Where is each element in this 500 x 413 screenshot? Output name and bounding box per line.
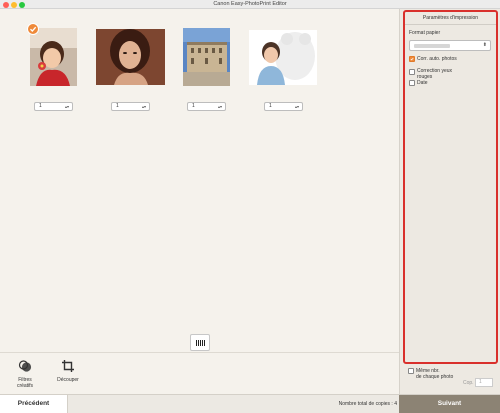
stepper-icon: ▴▾ (141, 104, 146, 109)
window-title: Canon Easy-PhotoPrint Editor (213, 1, 287, 7)
previous-button[interactable]: Précédent (0, 395, 68, 413)
same-copies-checkbox[interactable] (408, 368, 414, 374)
stepper-icon: ▴▾ (294, 104, 299, 109)
selected-check-icon (27, 23, 39, 35)
copies-options: Même nbr. de chaque photo Cop. 1 (400, 365, 500, 394)
edit-toolbar: Filtres créatifs Découper (0, 352, 399, 394)
copies-value: 1 (39, 103, 42, 109)
paper-size-value (414, 44, 450, 48)
title-bar: Canon Easy-PhotoPrint Editor (0, 0, 500, 9)
paper-size-label: Format papier (409, 30, 441, 36)
paper-size-select[interactable]: ⬍ (409, 40, 491, 51)
view-toggle-button[interactable] (190, 334, 210, 351)
next-button[interactable]: Suivant (399, 395, 500, 413)
auto-photo-fix-label: Corr. auto. photos (417, 56, 457, 62)
photo-area: 1 ▴▾ 1 ▴▾ 1 ▴▾ 1 ▴▾ (0, 9, 399, 352)
copies-select-2[interactable]: 1 ▴▾ (111, 102, 150, 111)
filters-label-2: créatifs (16, 383, 34, 389)
copies-value: 1 (192, 103, 195, 109)
filters-icon (18, 359, 32, 373)
creative-filters-button[interactable]: Filtres créatifs (12, 359, 38, 389)
copies-label: Cop. (463, 380, 474, 386)
chevron-updown-icon: ⬍ (482, 42, 487, 48)
stepper-icon: ▴▾ (64, 104, 69, 109)
auto-photo-fix-checkbox[interactable] (409, 56, 415, 62)
crop-label: Découper (57, 377, 79, 383)
copies-value: 1 (116, 103, 119, 109)
panel-title: Paramètres d'impression (405, 12, 496, 25)
copies-input[interactable]: 1 (475, 378, 493, 387)
copies-select-1[interactable]: 1 ▴▾ (34, 102, 73, 111)
copies-value: 1 (269, 103, 272, 109)
date-label: Date (417, 80, 428, 86)
grid-view-icon (196, 340, 205, 346)
date-checkbox[interactable] (409, 80, 415, 86)
photo-thumbnail-1[interactable] (30, 28, 77, 86)
photo-thumbnail-2[interactable] (96, 29, 165, 85)
total-copies-label: Nombre total de copies : 4 (338, 401, 397, 407)
footer-bar: Précédent Nombre total de copies : 4 Sui… (0, 394, 500, 413)
photo-thumbnail-4[interactable] (249, 30, 317, 85)
same-copies-label-2: de chaque photo (416, 374, 454, 380)
crop-icon (61, 359, 75, 373)
print-settings-sidebar: Paramètres d'impression Format papier ⬍ … (399, 9, 500, 394)
copies-select-3[interactable]: 1 ▴▾ (187, 102, 226, 111)
copies-select-4[interactable]: 1 ▴▾ (264, 102, 303, 111)
crop-button[interactable]: Découper (54, 359, 82, 383)
photo-thumbnail-3[interactable] (183, 28, 230, 86)
stepper-icon: ▴▾ (217, 104, 222, 109)
print-settings-panel: Paramètres d'impression Format papier ⬍ … (403, 10, 498, 364)
red-eye-checkbox[interactable] (409, 69, 415, 75)
